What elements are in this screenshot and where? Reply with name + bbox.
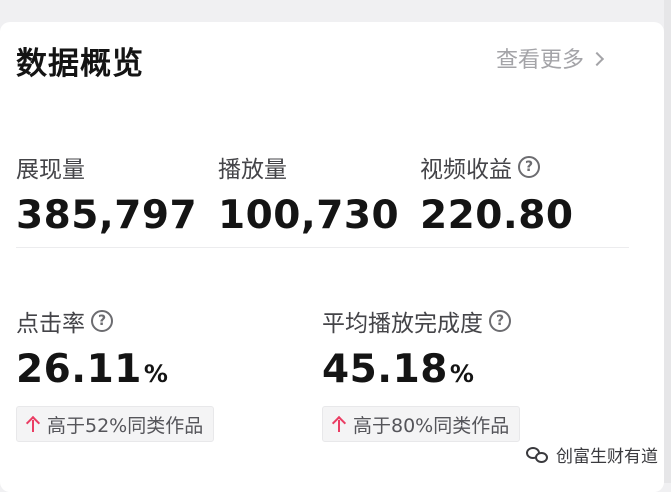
metric-revenue: 视频收益 ? 220.80 bbox=[420, 152, 574, 238]
arrow-up-icon bbox=[333, 416, 345, 432]
metric-value: 100,730 bbox=[218, 193, 400, 238]
metric-number: 45.18 bbox=[322, 347, 448, 392]
metric-label: 平均播放完成度 bbox=[322, 311, 483, 337]
comparison-badge: 高于80%同类作品 bbox=[322, 406, 521, 442]
watermark-text: 创富生财有道 bbox=[556, 447, 658, 467]
metric-unit: % bbox=[143, 360, 169, 388]
comparison-text: 高于80%同类作品 bbox=[353, 414, 510, 437]
chevron-right-icon bbox=[589, 51, 605, 67]
help-icon[interactable]: ? bbox=[489, 310, 511, 332]
view-more-link[interactable]: 查看更多 bbox=[496, 42, 605, 74]
metric-impressions: 展现量 385,797 bbox=[16, 152, 197, 238]
metric-value: 385,797 bbox=[16, 193, 198, 238]
metric-completion: 平均播放完成度 ? 45.18% 高于80%同类作品 bbox=[322, 306, 521, 442]
metric-unit: % bbox=[449, 360, 475, 388]
metric-label: 点击率 bbox=[16, 311, 85, 337]
wechat-icon bbox=[526, 445, 550, 465]
metric-ctr: 点击率 ? 26.11% 高于52%同类作品 bbox=[16, 306, 215, 442]
divider bbox=[16, 247, 629, 248]
metric-label: 展现量 bbox=[16, 157, 85, 183]
help-icon[interactable]: ? bbox=[91, 310, 113, 332]
metric-value: 26.11% bbox=[16, 348, 214, 396]
help-icon[interactable]: ? bbox=[518, 156, 540, 178]
metric-value: 45.18% bbox=[322, 348, 520, 396]
view-more-label: 查看更多 bbox=[496, 48, 585, 73]
comparison-text: 高于52%同类作品 bbox=[47, 414, 204, 437]
arrow-up-icon bbox=[27, 416, 39, 432]
metric-label: 播放量 bbox=[218, 157, 287, 183]
scrollbar-track[interactable] bbox=[664, 0, 671, 483]
metric-number: 26.11 bbox=[16, 347, 142, 392]
comparison-badge: 高于52%同类作品 bbox=[16, 406, 215, 442]
watermark: 创富生财有道 bbox=[526, 442, 658, 467]
metric-plays: 播放量 100,730 bbox=[218, 152, 399, 238]
page-title: 数据概览 bbox=[16, 46, 144, 82]
metric-value: 220.80 bbox=[420, 193, 574, 238]
metric-label: 视频收益 bbox=[420, 157, 512, 183]
